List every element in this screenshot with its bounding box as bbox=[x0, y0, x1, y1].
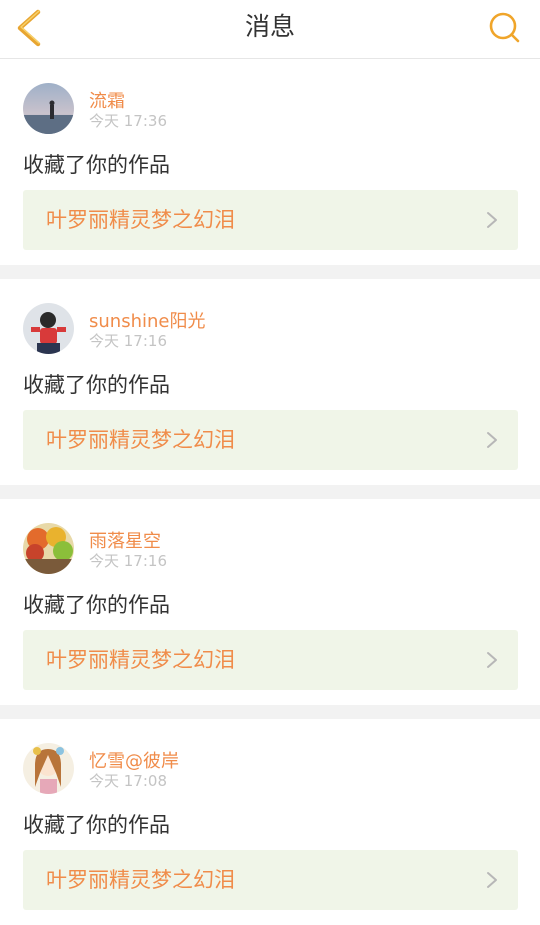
work-title: 叶罗丽精灵梦之幻泪 bbox=[46, 868, 235, 892]
chevron-right-icon bbox=[487, 652, 497, 668]
avatar-image bbox=[23, 523, 74, 574]
avatar[interactable] bbox=[23, 83, 74, 134]
work-title: 叶罗丽精灵梦之幻泪 bbox=[46, 648, 235, 672]
work-title: 叶罗丽精灵梦之幻泪 bbox=[46, 428, 235, 452]
timestamp: 今天 17:08 bbox=[89, 772, 167, 790]
avatar-image bbox=[23, 83, 74, 134]
timestamp: 今天 17:16 bbox=[89, 552, 167, 570]
avatar-image bbox=[23, 743, 74, 794]
search-button[interactable] bbox=[488, 11, 522, 45]
message-card: 雨落星空 今天 17:16 收藏了你的作品 叶罗丽精灵梦之幻泪 bbox=[0, 499, 540, 705]
work-link[interactable]: 叶罗丽精灵梦之幻泪 bbox=[23, 190, 518, 250]
action-text: 收藏了你的作品 bbox=[23, 153, 170, 177]
chevron-left-icon bbox=[17, 9, 41, 47]
action-text: 收藏了你的作品 bbox=[23, 593, 170, 617]
chevron-right-icon bbox=[487, 212, 497, 228]
work-link[interactable]: 叶罗丽精灵梦之幻泪 bbox=[23, 410, 518, 470]
message-card: 忆雪@彼岸 今天 17:08 收藏了你的作品 叶罗丽精灵梦之幻泪 bbox=[0, 719, 540, 925]
message-card: sunshine阳光 今天 17:16 收藏了你的作品 叶罗丽精灵梦之幻泪 bbox=[0, 279, 540, 485]
work-link[interactable]: 叶罗丽精灵梦之幻泪 bbox=[23, 630, 518, 690]
avatar[interactable] bbox=[23, 303, 74, 354]
action-text: 收藏了你的作品 bbox=[23, 813, 170, 837]
work-title: 叶罗丽精灵梦之幻泪 bbox=[46, 208, 235, 232]
top-bar: 消息 bbox=[0, 0, 540, 59]
page-title: 消息 bbox=[244, 12, 295, 41]
work-link[interactable]: 叶罗丽精灵梦之幻泪 bbox=[23, 850, 518, 910]
chevron-right-icon bbox=[487, 432, 497, 448]
message-card: 流霜 今天 17:36 收藏了你的作品 叶罗丽精灵梦之幻泪 bbox=[0, 59, 540, 265]
search-icon bbox=[489, 12, 520, 43]
avatar[interactable] bbox=[23, 743, 74, 794]
message-list: 流霜 今天 17:36 收藏了你的作品 叶罗丽精灵梦之幻泪 sunshine阳光… bbox=[0, 59, 540, 925]
action-text: 收藏了你的作品 bbox=[23, 373, 170, 397]
avatar[interactable] bbox=[23, 523, 74, 574]
chevron-right-icon bbox=[487, 872, 497, 888]
timestamp: 今天 17:16 bbox=[89, 332, 167, 350]
back-button[interactable] bbox=[8, 6, 52, 50]
avatar-image bbox=[23, 303, 74, 354]
timestamp: 今天 17:36 bbox=[89, 112, 167, 130]
